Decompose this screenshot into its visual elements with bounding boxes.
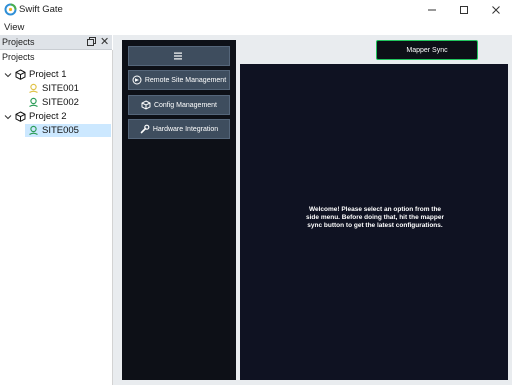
wrench-icon	[140, 124, 150, 134]
tree-item-site001[interactable]: SITE001	[28, 82, 111, 95]
dock-float-icon[interactable]	[87, 37, 96, 46]
chevron-down-icon[interactable]	[3, 112, 13, 122]
project-cube-icon	[15, 69, 26, 80]
dock-close-icon[interactable]: ✕	[100, 35, 109, 49]
tree-item-label: Project 2	[29, 111, 67, 122]
menu-button-label: Remote Site Management	[144, 76, 227, 84]
minimize-button[interactable]	[416, 0, 448, 20]
tree-item-project-2[interactable]: Project 2	[3, 110, 111, 123]
chevron-down-icon[interactable]	[3, 70, 13, 80]
location-pin-icon	[28, 83, 39, 94]
welcome-message: Welcome! Please select an option from th…	[306, 206, 444, 229]
minimize-icon	[428, 9, 436, 11]
hamburger-menu-button[interactable]	[128, 46, 230, 66]
location-pin-icon	[28, 125, 39, 136]
menu-button-label: Hardware Integration	[152, 125, 219, 133]
app-logo-icon	[4, 3, 17, 16]
remote-icon	[132, 75, 142, 85]
cube-icon	[141, 100, 151, 110]
tree-column-header: Projects	[2, 52, 35, 62]
tree-item-label: SITE005	[42, 125, 79, 136]
config-management-button[interactable]: Config Management	[128, 95, 230, 115]
mapper-sync-button[interactable]: Mapper Sync	[376, 40, 478, 60]
menu-bar	[0, 20, 512, 35]
project-cube-icon	[15, 111, 26, 122]
hamburger-menu-icon	[173, 52, 182, 60]
tree-item-label: SITE002	[42, 97, 79, 108]
projects-dock-title: Projects	[2, 37, 35, 47]
side-menu	[122, 40, 236, 380]
close-icon	[492, 6, 500, 14]
menu-item-view[interactable]: View	[4, 22, 24, 33]
location-pin-icon	[28, 97, 39, 108]
remote-site-management-button[interactable]: Remote Site Management	[128, 70, 230, 90]
maximize-icon	[460, 6, 468, 14]
tree-item-project-1[interactable]: Project 1	[3, 68, 111, 81]
maximize-button[interactable]	[448, 0, 480, 20]
menu-button-label: Config Management	[153, 101, 218, 109]
tree-item-site002[interactable]: SITE002	[28, 96, 111, 109]
window-title: Swift Gate	[19, 4, 63, 15]
tree-item-label: Project 1	[29, 69, 67, 80]
close-window-button[interactable]	[480, 0, 512, 20]
tree-item-label: SITE001	[42, 83, 79, 94]
hardware-integration-button[interactable]: Hardware Integration	[128, 119, 230, 139]
tree-item-site005[interactable]: SITE005	[25, 124, 111, 137]
